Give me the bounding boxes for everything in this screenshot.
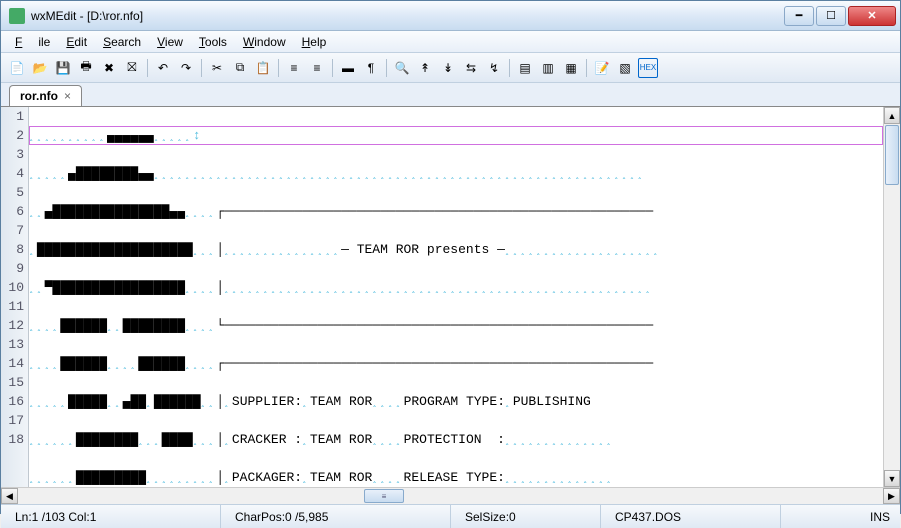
line-number: 17: [1, 411, 28, 430]
statusbar: Ln:1 /103 Col:1 CharPos:0 /5,985 SelSize…: [1, 504, 900, 528]
line-number: 18: [1, 430, 28, 449]
column-mode-icon[interactable]: ▧: [615, 58, 635, 78]
menu-file[interactable]: File: [7, 33, 58, 51]
unindent-icon[interactable]: ≡: [307, 58, 327, 78]
tab-ror-nfo[interactable]: ror.nfo ×: [9, 85, 82, 106]
comment-icon[interactable]: ▬: [338, 58, 358, 78]
scroll-thumb[interactable]: [885, 125, 899, 185]
scroll-thumb[interactable]: ≡: [364, 489, 404, 503]
save-icon[interactable]: 💾: [53, 58, 73, 78]
separator: [509, 59, 510, 77]
toolbar: 📄 📂 💾 🖶 ✖ ⛝ ↶ ↷ ✂ ⧉ 📋 ≡ ≡ ▬ ¶ 🔍 ↟ ↡ ⇆ ↯ …: [1, 53, 900, 83]
find-next-icon[interactable]: ↡: [438, 58, 458, 78]
scroll-down-icon[interactable]: ▼: [884, 470, 900, 487]
hex-mode-icon[interactable]: HEX: [638, 58, 658, 78]
status-charpos: CharPos:0 /5,985: [221, 505, 451, 528]
close-button[interactable]: ✕: [848, 6, 896, 26]
new-icon[interactable]: 📄: [7, 58, 27, 78]
line-number: 16: [1, 392, 28, 411]
scroll-right-icon[interactable]: ▶: [883, 488, 900, 504]
line-number: 3: [1, 145, 28, 164]
line-number: 12: [1, 316, 28, 335]
wrap-off-icon[interactable]: ▤: [515, 58, 535, 78]
paste-icon[interactable]: 📋: [253, 58, 273, 78]
redo-icon[interactable]: ↷: [176, 58, 196, 78]
cut-icon[interactable]: ✂: [207, 58, 227, 78]
minimize-button[interactable]: ━: [784, 6, 814, 26]
horizontal-scrollbar[interactable]: ◀ ≡ ▶: [1, 487, 900, 504]
separator: [332, 59, 333, 77]
open-icon[interactable]: 📂: [30, 58, 50, 78]
menu-search[interactable]: Search: [95, 33, 149, 51]
app-window: wxMEdit - [D:\ror.nfo] ━ ☐ ✕ File Edit S…: [0, 0, 901, 514]
menu-window[interactable]: Window: [235, 33, 294, 51]
find-icon[interactable]: 🔍: [392, 58, 412, 78]
line-number: 6: [1, 202, 28, 221]
line-number: 11: [1, 297, 28, 316]
close-all-icon[interactable]: ⛝: [122, 58, 142, 78]
line-number-gutter: 1 2 3 4 5 6 7 8 9 10 11 12 13 14 15 16 1…: [1, 107, 29, 487]
line-number: 2: [1, 126, 28, 145]
uncomment-icon[interactable]: ¶: [361, 58, 381, 78]
line-number: 9: [1, 259, 28, 278]
wrap-word-icon[interactable]: ▥: [538, 58, 558, 78]
scroll-left-icon[interactable]: ◀: [1, 488, 18, 504]
tab-label: ror.nfo: [20, 89, 58, 103]
status-insert-mode[interactable]: INS: [860, 510, 900, 524]
line-number: 1: [1, 107, 28, 126]
menu-help[interactable]: Help: [294, 33, 335, 51]
separator: [278, 59, 279, 77]
titlebar[interactable]: wxMEdit - [D:\ror.nfo] ━ ☐ ✕: [1, 1, 900, 31]
close-file-icon[interactable]: ✖: [99, 58, 119, 78]
app-icon: [9, 8, 25, 24]
window-title: wxMEdit - [D:\ror.nfo]: [31, 9, 782, 23]
menubar: File Edit Search View Tools Window Help: [1, 31, 900, 53]
scroll-up-icon[interactable]: ▲: [884, 107, 900, 124]
status-selsize: SelSize:0: [451, 505, 601, 528]
separator: [386, 59, 387, 77]
line-number: 4: [1, 164, 28, 183]
line-number: 5: [1, 183, 28, 202]
goto-icon[interactable]: ↯: [484, 58, 504, 78]
status-position: Ln:1 /103 Col:1: [1, 505, 221, 528]
editor-area: 1 2 3 4 5 6 7 8 9 10 11 12 13 14 15 16 1…: [1, 107, 900, 487]
vertical-scrollbar[interactable]: ▲ ▼: [883, 107, 900, 487]
line-number: 7: [1, 221, 28, 240]
copy-icon[interactable]: ⧉: [230, 58, 250, 78]
find-prev-icon[interactable]: ↟: [415, 58, 435, 78]
menu-tools[interactable]: Tools: [191, 33, 235, 51]
line-number: 14: [1, 354, 28, 373]
line-number: 8: [1, 240, 28, 259]
line-number: 15: [1, 373, 28, 392]
menu-view[interactable]: View: [149, 33, 191, 51]
undo-icon[interactable]: ↶: [153, 58, 173, 78]
separator: [586, 59, 587, 77]
separator: [147, 59, 148, 77]
replace-icon[interactable]: ⇆: [461, 58, 481, 78]
menu-edit[interactable]: Edit: [58, 33, 95, 51]
text-mode-icon[interactable]: 📝: [592, 58, 612, 78]
save-all-icon[interactable]: 🖶: [76, 58, 96, 78]
line-number: 13: [1, 335, 28, 354]
indent-icon[interactable]: ≡: [284, 58, 304, 78]
line-number: 10: [1, 278, 28, 297]
text-editor[interactable]: ˰˰˰˰˰˰˰˰˰˰▄▄▄▄▄▄˰˰˰˰˰↕ ˰˰˰˰˰▄████████▄▄˰…: [29, 107, 883, 487]
tab-close-icon[interactable]: ×: [64, 89, 71, 103]
maximize-button[interactable]: ☐: [816, 6, 846, 26]
wrap-char-icon[interactable]: ▦: [561, 58, 581, 78]
separator: [201, 59, 202, 77]
status-encoding[interactable]: CP437.DOS: [601, 505, 781, 528]
tab-bar: ror.nfo ×: [1, 83, 900, 107]
